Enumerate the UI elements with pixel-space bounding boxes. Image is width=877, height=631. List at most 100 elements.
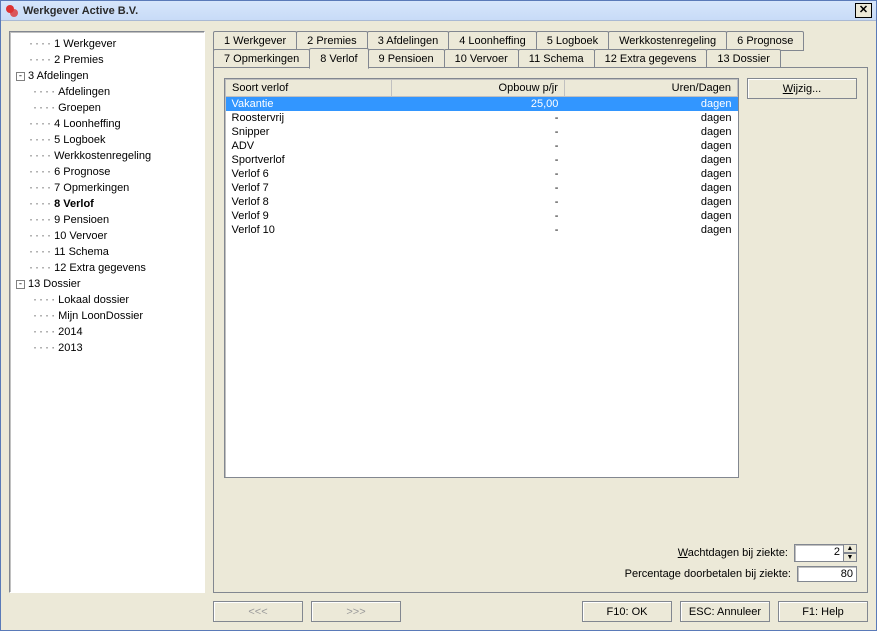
- tree-item[interactable]: ····5 Logboek: [12, 132, 202, 148]
- wachtdagen-accel: W: [678, 547, 688, 559]
- tree-item[interactable]: ····Afdelingen: [12, 84, 202, 100]
- cell-urendagen: dagen: [564, 209, 737, 223]
- tree-item[interactable]: ····7 Opmerkingen: [12, 180, 202, 196]
- tree-item[interactable]: ····12 Extra gegevens: [12, 260, 202, 276]
- tree-item[interactable]: ····11 Schema: [12, 244, 202, 260]
- cell-urendagen: dagen: [564, 97, 737, 112]
- tree-label: Groepen: [58, 102, 101, 114]
- tree-item[interactable]: ····1 Werkgever: [12, 36, 202, 52]
- tree-label: 2 Premies: [54, 54, 104, 66]
- table-row[interactable]: Verlof 8-dagen: [226, 195, 738, 209]
- tree-item[interactable]: ····Mijn LoonDossier: [12, 308, 202, 324]
- tree-label: 6 Prognose: [54, 166, 110, 178]
- table-row[interactable]: Verlof 7-dagen: [226, 181, 738, 195]
- side-buttons: Wijzig...: [747, 78, 857, 532]
- tree-label: 10 Vervoer: [54, 230, 107, 242]
- cell-opbouw: -: [391, 223, 564, 237]
- tree-connector: ····: [28, 135, 52, 146]
- tree-item[interactable]: ····10 Vervoer: [12, 228, 202, 244]
- cell-opbouw: -: [391, 125, 564, 139]
- app-icon: [5, 4, 19, 18]
- tree-item[interactable]: -3 Afdelingen: [12, 68, 202, 84]
- table-row[interactable]: Roostervrij-dagen: [226, 111, 738, 125]
- table-row[interactable]: Snipper-dagen: [226, 125, 738, 139]
- tree: ····1 Werkgever····2 Premies-3 Afdelinge…: [12, 36, 202, 356]
- tree-item[interactable]: ····9 Pensioen: [12, 212, 202, 228]
- col-soort-verlof[interactable]: Soort verlof: [226, 80, 392, 97]
- tree-label: Mijn LoonDossier: [58, 310, 143, 322]
- tab[interactable]: 9 Pensioen: [368, 49, 445, 69]
- table-row[interactable]: Verlof 10-dagen: [226, 223, 738, 237]
- cell-soort: Verlof 9: [226, 209, 392, 223]
- tree-item[interactable]: ····2 Premies: [12, 52, 202, 68]
- tab[interactable]: 6 Prognose: [726, 31, 804, 51]
- tree-label: 9 Pensioen: [54, 214, 109, 226]
- cell-soort: Sportverlof: [226, 153, 392, 167]
- tree-item[interactable]: ····Werkkostenregeling: [12, 148, 202, 164]
- tree-connector: ····: [26, 87, 56, 98]
- col-uren-dagen[interactable]: Uren/Dagen: [564, 80, 737, 97]
- bottom-bar: <<< >>> F10: OK ESC: Annuleer F1: Help: [213, 601, 868, 622]
- tree-connector: ····: [26, 327, 56, 338]
- tab[interactable]: 4 Loonheffing: [448, 31, 536, 51]
- tree-item[interactable]: ····6 Prognose: [12, 164, 202, 180]
- help-button[interactable]: F1: Help: [778, 601, 868, 622]
- table-row[interactable]: Verlof 6-dagen: [226, 167, 738, 181]
- ok-button[interactable]: F10: OK: [582, 601, 672, 622]
- wachtdagen-input[interactable]: 2: [794, 544, 844, 562]
- tab[interactable]: 5 Logboek: [536, 31, 609, 51]
- percentage-input[interactable]: 80: [797, 566, 857, 582]
- tree-item[interactable]: -13 Dossier: [12, 276, 202, 292]
- table-row[interactable]: ADV-dagen: [226, 139, 738, 153]
- cell-soort: Roostervrij: [226, 111, 392, 125]
- right-panel: 1 Werkgever2 Premies3 Afdelingen4 Loonhe…: [213, 31, 868, 622]
- table-row[interactable]: Vakantie25,00dagen: [226, 97, 738, 112]
- inner-top: Soort verlof Opbouw p/jr Uren/Dagen Vaka…: [224, 78, 857, 532]
- tree-toggle[interactable]: -: [16, 72, 25, 81]
- cancel-button[interactable]: ESC: Annuleer: [680, 601, 770, 622]
- wachtdagen-label-rest: achtdagen bij ziekte:: [688, 547, 788, 559]
- tree-item[interactable]: ····Groepen: [12, 100, 202, 116]
- wachtdagen-label: Wachtdagen bij ziekte:: [678, 547, 788, 559]
- tab[interactable]: 12 Extra gegevens: [594, 49, 708, 69]
- prev-button[interactable]: <<<: [213, 601, 303, 622]
- table-row[interactable]: Verlof 9-dagen: [226, 209, 738, 223]
- cell-soort: Verlof 6: [226, 167, 392, 181]
- table-row[interactable]: Sportverlof-dagen: [226, 153, 738, 167]
- tab[interactable]: 7 Opmerkingen: [213, 49, 310, 69]
- tree-toggle[interactable]: -: [16, 280, 25, 289]
- wijzig-button[interactable]: Wijzig...: [747, 78, 857, 99]
- tree-item[interactable]: ····2014: [12, 324, 202, 340]
- cell-opbouw: -: [391, 181, 564, 195]
- cell-soort: Snipper: [226, 125, 392, 139]
- col-opbouw[interactable]: Opbouw p/jr: [391, 80, 564, 97]
- tree-connector: ····: [28, 167, 52, 178]
- tab[interactable]: 13 Dossier: [706, 49, 781, 69]
- tree-connector: ····: [28, 231, 52, 242]
- tree-connector: ····: [28, 39, 52, 50]
- tab[interactable]: 1 Werkgever: [213, 31, 297, 51]
- tree-connector: ····: [28, 247, 52, 258]
- spinner-up[interactable]: ▲: [843, 544, 857, 553]
- tab[interactable]: Werkkostenregeling: [608, 31, 727, 51]
- tree-item[interactable]: ····4 Loonheffing: [12, 116, 202, 132]
- tree-connector: ····: [28, 199, 52, 210]
- tab[interactable]: 3 Afdelingen: [367, 31, 450, 51]
- tree-item[interactable]: ····2013: [12, 340, 202, 356]
- close-button[interactable]: ✕: [855, 3, 872, 18]
- spinner-down[interactable]: ▼: [843, 553, 857, 562]
- cell-opbouw: -: [391, 139, 564, 153]
- tree-item[interactable]: ····Lokaal dossier: [12, 292, 202, 308]
- tree-panel: ····1 Werkgever····2 Premies-3 Afdelinge…: [9, 31, 205, 593]
- next-button[interactable]: >>>: [311, 601, 401, 622]
- wijzig-label-rest: ijzig...: [793, 83, 821, 95]
- tabs-row-2: 7 Opmerkingen8 Verlof9 Pensioen10 Vervoe…: [213, 49, 868, 68]
- tree-connector: ····: [26, 295, 56, 306]
- tab[interactable]: 8 Verlof: [309, 48, 368, 69]
- tree-label: 2013: [58, 342, 82, 354]
- tab[interactable]: 10 Vervoer: [444, 49, 519, 69]
- wijzig-accel: W: [783, 83, 793, 95]
- tab[interactable]: 11 Schema: [518, 49, 595, 69]
- cell-urendagen: dagen: [564, 181, 737, 195]
- tree-item[interactable]: ····8 Verlof: [12, 196, 202, 212]
